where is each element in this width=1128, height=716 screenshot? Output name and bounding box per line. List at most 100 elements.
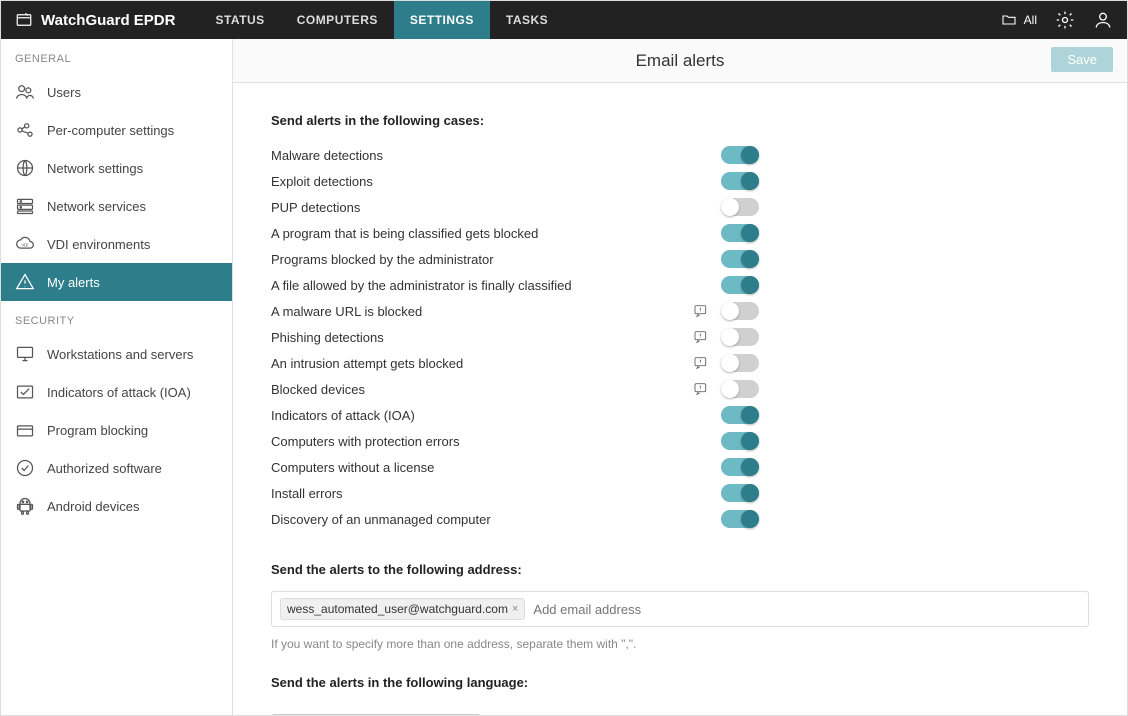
cases-heading: Send alerts in the following cases: bbox=[271, 113, 1089, 128]
sidebar-item-label: Users bbox=[47, 85, 81, 100]
svg-text:VDI: VDI bbox=[22, 243, 29, 248]
content-body: Send alerts in the following cases: Malw… bbox=[233, 83, 1127, 715]
alert-row: A file allowed by the administrator is f… bbox=[271, 272, 1089, 298]
topbar-right: All bbox=[1000, 10, 1113, 30]
check-circle-icon bbox=[15, 458, 35, 478]
alert-row: Exploit detections bbox=[271, 168, 1089, 194]
folder-filter[interactable]: All bbox=[1000, 12, 1037, 28]
email-input-wrap[interactable]: wess_automated_user@watchguard.com × bbox=[271, 591, 1089, 627]
alert-toggle[interactable] bbox=[721, 484, 759, 502]
sidebar-item-label: Network services bbox=[47, 199, 146, 214]
alert-toggle[interactable] bbox=[721, 458, 759, 476]
alert-row: Phishing detections bbox=[271, 324, 1089, 350]
sidebar-item-label: Network settings bbox=[47, 161, 143, 176]
sidebar-item-label: Program blocking bbox=[47, 423, 148, 438]
topnav-computers[interactable]: COMPUTERS bbox=[281, 1, 394, 39]
sidebar-item-users[interactable]: Users bbox=[1, 73, 232, 111]
alert-toggle[interactable] bbox=[721, 224, 759, 242]
sidebar-item-label: Workstations and servers bbox=[47, 347, 193, 362]
sidebar-item-label: Per-computer settings bbox=[47, 123, 174, 138]
sidebar-item-authorized-software[interactable]: Authorized software bbox=[1, 449, 232, 487]
sidebar-item-my-alerts[interactable]: My alerts bbox=[1, 263, 232, 301]
info-bubble-icon[interactable] bbox=[691, 354, 711, 372]
sidebar-item-network-services[interactable]: Network services bbox=[1, 187, 232, 225]
top-bar: WatchGuard EPDR STATUSCOMPUTERSSETTINGST… bbox=[1, 1, 1127, 39]
monitor-icon bbox=[15, 344, 35, 364]
alert-row: PUP detections bbox=[271, 194, 1089, 220]
cloud-vdi-icon: VDI bbox=[15, 234, 35, 254]
alert-label: Computers with protection errors bbox=[271, 434, 691, 449]
product-name: WatchGuard EPDR bbox=[41, 12, 175, 29]
alert-toggle[interactable] bbox=[721, 302, 759, 320]
alert-toggle[interactable] bbox=[721, 406, 759, 424]
language-select[interactable]: English bbox=[271, 714, 481, 715]
sidebar-section-security: SECURITY bbox=[1, 301, 232, 335]
sidebar-item-android-devices[interactable]: Android devices bbox=[1, 487, 232, 525]
sidebar-section-general: GENERAL bbox=[1, 39, 232, 73]
topnav-status[interactable]: STATUS bbox=[199, 1, 280, 39]
alert-row: Install errors bbox=[271, 480, 1089, 506]
alert-label: Blocked devices bbox=[271, 382, 691, 397]
user-icon[interactable] bbox=[1093, 10, 1113, 30]
alert-toggle[interactable] bbox=[721, 328, 759, 346]
alert-toggle[interactable] bbox=[721, 380, 759, 398]
sidebar-item-per-computer-settings[interactable]: Per-computer settings bbox=[1, 111, 232, 149]
top-nav: STATUSCOMPUTERSSETTINGSTASKS bbox=[199, 1, 564, 39]
globe-icon bbox=[15, 158, 35, 178]
alert-toggle[interactable] bbox=[721, 432, 759, 450]
alert-label: A malware URL is blocked bbox=[271, 304, 691, 319]
alert-row: Blocked devices bbox=[271, 376, 1089, 402]
sidebar-item-label: Authorized software bbox=[47, 461, 162, 476]
sidebar-item-indicators-of-attack-ioa-[interactable]: Indicators of attack (IOA) bbox=[1, 373, 232, 411]
language-heading: Send the alerts in the following languag… bbox=[271, 675, 1089, 690]
sidebar-item-label: Indicators of attack (IOA) bbox=[47, 385, 191, 400]
gear-icon[interactable] bbox=[1055, 10, 1075, 30]
email-chip: wess_automated_user@watchguard.com × bbox=[280, 598, 525, 620]
alert-label: Discovery of an unmanaged computer bbox=[271, 512, 691, 527]
alert-toggle[interactable] bbox=[721, 172, 759, 190]
main-area: GENERAL Users Per-computer settings Network… bbox=[1, 39, 1127, 715]
sidebar-item-workstations-and-servers[interactable]: Workstations and servers bbox=[1, 335, 232, 373]
alert-toggle[interactable] bbox=[721, 250, 759, 268]
alert-label: An intrusion attempt gets blocked bbox=[271, 356, 691, 371]
sidebar-item-network-settings[interactable]: Network settings bbox=[1, 149, 232, 187]
info-bubble-icon[interactable] bbox=[691, 302, 711, 320]
sidebar: GENERAL Users Per-computer settings Network… bbox=[1, 39, 233, 715]
sidebar-item-label: Android devices bbox=[47, 499, 140, 514]
sidebar-item-program-blocking[interactable]: Program blocking bbox=[1, 411, 232, 449]
ioa-icon bbox=[15, 382, 35, 402]
servers-icon bbox=[15, 196, 35, 216]
chip-remove[interactable]: × bbox=[512, 603, 518, 615]
alert-toggle[interactable] bbox=[721, 510, 759, 528]
alert-label: Indicators of attack (IOA) bbox=[271, 408, 691, 423]
alert-toggle[interactable] bbox=[721, 198, 759, 216]
sidebar-item-vdi-environments[interactable]: VDIVDI environments bbox=[1, 225, 232, 263]
email-section: Send the alerts to the following address… bbox=[271, 562, 1089, 651]
info-bubble-icon[interactable] bbox=[691, 380, 711, 398]
save-button[interactable]: Save bbox=[1051, 47, 1113, 72]
alert-row: An intrusion attempt gets blocked bbox=[271, 350, 1089, 376]
alert-row: A program that is being classified gets … bbox=[271, 220, 1089, 246]
alert-row: Indicators of attack (IOA) bbox=[271, 402, 1089, 428]
topnav-tasks[interactable]: TASKS bbox=[490, 1, 564, 39]
logo-icon bbox=[15, 11, 33, 29]
language-section: Send the alerts in the following languag… bbox=[271, 675, 1089, 715]
alert-toggle[interactable] bbox=[721, 276, 759, 294]
content: Email alerts Save Send alerts in the fol… bbox=[233, 39, 1127, 715]
email-hint: If you want to specify more than one add… bbox=[271, 637, 1089, 651]
alert-toggle[interactable] bbox=[721, 146, 759, 164]
info-bubble-icon[interactable] bbox=[691, 328, 711, 346]
per-computer-icon bbox=[15, 120, 35, 140]
alert-row: Programs blocked by the administrator bbox=[271, 246, 1089, 272]
email-input[interactable] bbox=[533, 602, 1080, 617]
alert-label: Exploit detections bbox=[271, 174, 691, 189]
alert-toggle[interactable] bbox=[721, 354, 759, 372]
alert-row: Computers without a license bbox=[271, 454, 1089, 480]
topnav-settings[interactable]: SETTINGS bbox=[394, 1, 490, 39]
alert-row: A malware URL is blocked bbox=[271, 298, 1089, 324]
block-icon bbox=[15, 420, 35, 440]
address-heading: Send the alerts to the following address… bbox=[271, 562, 1089, 577]
folder-label: All bbox=[1024, 13, 1037, 27]
alert-label: A file allowed by the administrator is f… bbox=[271, 278, 691, 293]
alert-row: Malware detections bbox=[271, 142, 1089, 168]
